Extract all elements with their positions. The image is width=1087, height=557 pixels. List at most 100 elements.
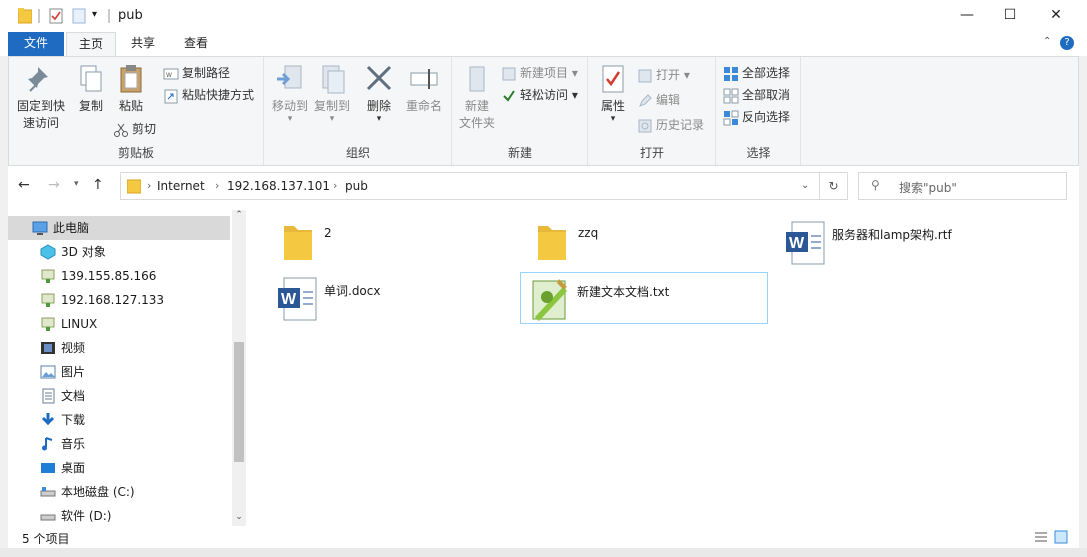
nav-item-desktop[interactable]: 桌面 bbox=[8, 456, 230, 480]
new-item-button[interactable]: 新建项目 ▾ bbox=[501, 63, 578, 83]
group-new: 新建 文件夹 新建项目 ▾ 轻松访问 ▾ 新建 bbox=[453, 57, 588, 165]
new-item-icon bbox=[502, 67, 516, 80]
maximize-button[interactable]: ☐ bbox=[987, 0, 1033, 30]
download-icon bbox=[41, 413, 55, 426]
breadcrumb-pub[interactable]: pub bbox=[345, 179, 368, 193]
cut-button[interactable]: 剪切 bbox=[113, 119, 156, 139]
help-icon[interactable]: ? bbox=[1060, 36, 1074, 50]
easy-access-button[interactable]: 轻松访问 ▾ bbox=[501, 85, 578, 105]
nav-item-3d-objects[interactable]: 3D 对象 bbox=[8, 240, 230, 264]
open-icon bbox=[638, 69, 652, 82]
tab-home[interactable]: 主页 bbox=[66, 32, 116, 57]
close-icon: ✕ bbox=[1050, 7, 1062, 23]
breadcrumb-separator-icon[interactable]: › bbox=[333, 179, 337, 192]
new-folder-qat-icon[interactable] bbox=[72, 8, 86, 24]
search-icon: ⚲ bbox=[871, 178, 880, 192]
recent-locations-icon[interactable]: ▾ bbox=[74, 179, 79, 189]
breadcrumb-internet[interactable]: Internet bbox=[157, 179, 205, 193]
new-folder-button[interactable]: 新建 文件夹 bbox=[455, 63, 499, 132]
svg-text:W: W bbox=[166, 72, 172, 79]
file-item-rtf[interactable]: W 服务器和lamp架构.rtf bbox=[776, 216, 1024, 268]
group-label-new: 新建 bbox=[507, 146, 532, 160]
nav-item-network-drive-2[interactable]: 192.168.127.133 bbox=[8, 288, 230, 312]
select-all-button[interactable]: 全部选择 bbox=[723, 63, 790, 83]
properties-qat-icon[interactable] bbox=[48, 8, 64, 24]
delete-x-icon bbox=[366, 65, 392, 91]
folder-icon bbox=[17, 8, 33, 24]
title-bar: ▾ pub — ☐ ✕ bbox=[0, 0, 1087, 32]
refresh-button[interactable]: ↻ bbox=[820, 172, 848, 200]
paste-shortcut-button[interactable]: 粘贴快捷方式 bbox=[163, 85, 254, 105]
back-arrow-icon[interactable]: ← bbox=[18, 177, 30, 193]
close-button[interactable]: ✕ bbox=[1033, 0, 1079, 30]
file-item-folder-2[interactable]: 2 bbox=[268, 216, 516, 268]
move-to-icon bbox=[277, 65, 302, 89]
scroll-up-icon[interactable]: ⌃ bbox=[232, 210, 246, 224]
file-item-folder-zzq[interactable]: zzq bbox=[522, 216, 770, 268]
copy-to-icon bbox=[322, 65, 345, 94]
invert-selection-icon bbox=[723, 110, 739, 125]
nav-item-documents[interactable]: 文档 bbox=[8, 384, 230, 408]
nav-item-videos[interactable]: 视频 bbox=[8, 336, 230, 360]
tab-view[interactable]: 查看 bbox=[170, 32, 222, 56]
group-label-clipboard: 剪贴板 bbox=[117, 146, 154, 160]
customize-qat-icon[interactable]: ▾ bbox=[92, 9, 104, 25]
copy-icon bbox=[80, 65, 102, 92]
folder-icon bbox=[127, 179, 141, 194]
breadcrumb-separator-icon[interactable]: › bbox=[147, 179, 151, 192]
tab-file[interactable]: 文件 bbox=[8, 32, 64, 56]
scroll-down-icon[interactable]: ⌄ bbox=[232, 512, 246, 526]
word-icon: W bbox=[786, 221, 825, 265]
nav-item-disk-d[interactable]: 软件 (D:) bbox=[8, 504, 230, 528]
folder-icon bbox=[284, 226, 312, 260]
nav-item-network-drive-1[interactable]: 139.155.85.166 bbox=[8, 264, 230, 288]
copy-to-button[interactable]: 复制到 ▾ bbox=[311, 63, 353, 124]
address-history-chevron-icon[interactable]: ⌄ bbox=[801, 180, 809, 191]
file-item-docx[interactable]: W 单词.docx bbox=[268, 272, 516, 324]
nav-item-pictures[interactable]: 图片 bbox=[8, 360, 230, 384]
nav-scrollbar[interactable]: ⌃ ⌄ bbox=[232, 210, 246, 526]
collapse-ribbon-icon[interactable]: ⌃ bbox=[1043, 36, 1051, 47]
local-disk-icon bbox=[40, 487, 56, 497]
up-arrow-icon[interactable]: ↑ bbox=[92, 177, 104, 193]
edit-button[interactable]: 编辑 bbox=[637, 90, 680, 110]
delete-button[interactable]: 删除 ▾ bbox=[359, 63, 399, 124]
divider bbox=[108, 9, 110, 23]
select-none-icon bbox=[723, 88, 739, 103]
pin-quick-access-button[interactable]: 固定到快 速访问 bbox=[13, 63, 69, 132]
select-none-button[interactable]: 全部取消 bbox=[723, 85, 790, 105]
details-view-icon[interactable] bbox=[1034, 530, 1048, 544]
window-edge bbox=[0, 548, 1087, 557]
nav-item-linux[interactable]: LINUX bbox=[8, 312, 230, 336]
move-to-button[interactable]: 移动到 ▾ bbox=[269, 63, 311, 124]
breadcrumb-host[interactable]: 192.168.137.101 bbox=[227, 179, 330, 193]
disk-icon bbox=[40, 514, 56, 521]
pin-icon bbox=[28, 67, 48, 92]
open-button[interactable]: 打开 ▾ bbox=[637, 65, 690, 85]
desktop-icon bbox=[41, 463, 55, 473]
scissors-icon bbox=[114, 123, 128, 137]
address-bar[interactable]: › Internet › 192.168.137.101 › pub ⌄ bbox=[120, 172, 820, 200]
large-icons-view-icon[interactable] bbox=[1054, 530, 1068, 544]
tab-share[interactable]: 共享 bbox=[118, 32, 168, 56]
forward-arrow-icon[interactable]: → bbox=[48, 177, 60, 193]
nav-item-this-pc[interactable]: 此电脑 bbox=[8, 216, 230, 240]
rename-button[interactable]: 重命名 bbox=[401, 63, 447, 115]
paste-button[interactable]: 粘贴 bbox=[111, 63, 151, 115]
properties-button[interactable]: 属性 ▾ bbox=[593, 63, 633, 124]
file-item-txt[interactable]: 新建文本文档.txt bbox=[520, 272, 768, 324]
breadcrumb-separator-icon[interactable]: › bbox=[215, 179, 219, 192]
group-label-select: 选择 bbox=[746, 146, 771, 160]
nav-item-music[interactable]: 音乐 bbox=[8, 432, 230, 456]
nav-item-downloads[interactable]: 下载 bbox=[8, 408, 230, 432]
invert-selection-button[interactable]: 反向选择 bbox=[723, 107, 790, 127]
search-box[interactable]: ⚲ 搜索"pub" bbox=[858, 172, 1067, 200]
history-button[interactable]: 历史记录 bbox=[637, 115, 704, 135]
copy-button[interactable]: 复制 bbox=[71, 63, 111, 115]
copy-path-button[interactable]: W 复制路径 bbox=[163, 63, 230, 83]
item-count: 5 个项目 bbox=[22, 532, 70, 546]
minimize-button[interactable]: — bbox=[944, 0, 990, 30]
nav-item-local-disk-c[interactable]: 本地磁盘 (C:) bbox=[8, 480, 230, 504]
scroll-thumb[interactable] bbox=[234, 342, 244, 462]
new-folder-icon bbox=[469, 66, 485, 92]
